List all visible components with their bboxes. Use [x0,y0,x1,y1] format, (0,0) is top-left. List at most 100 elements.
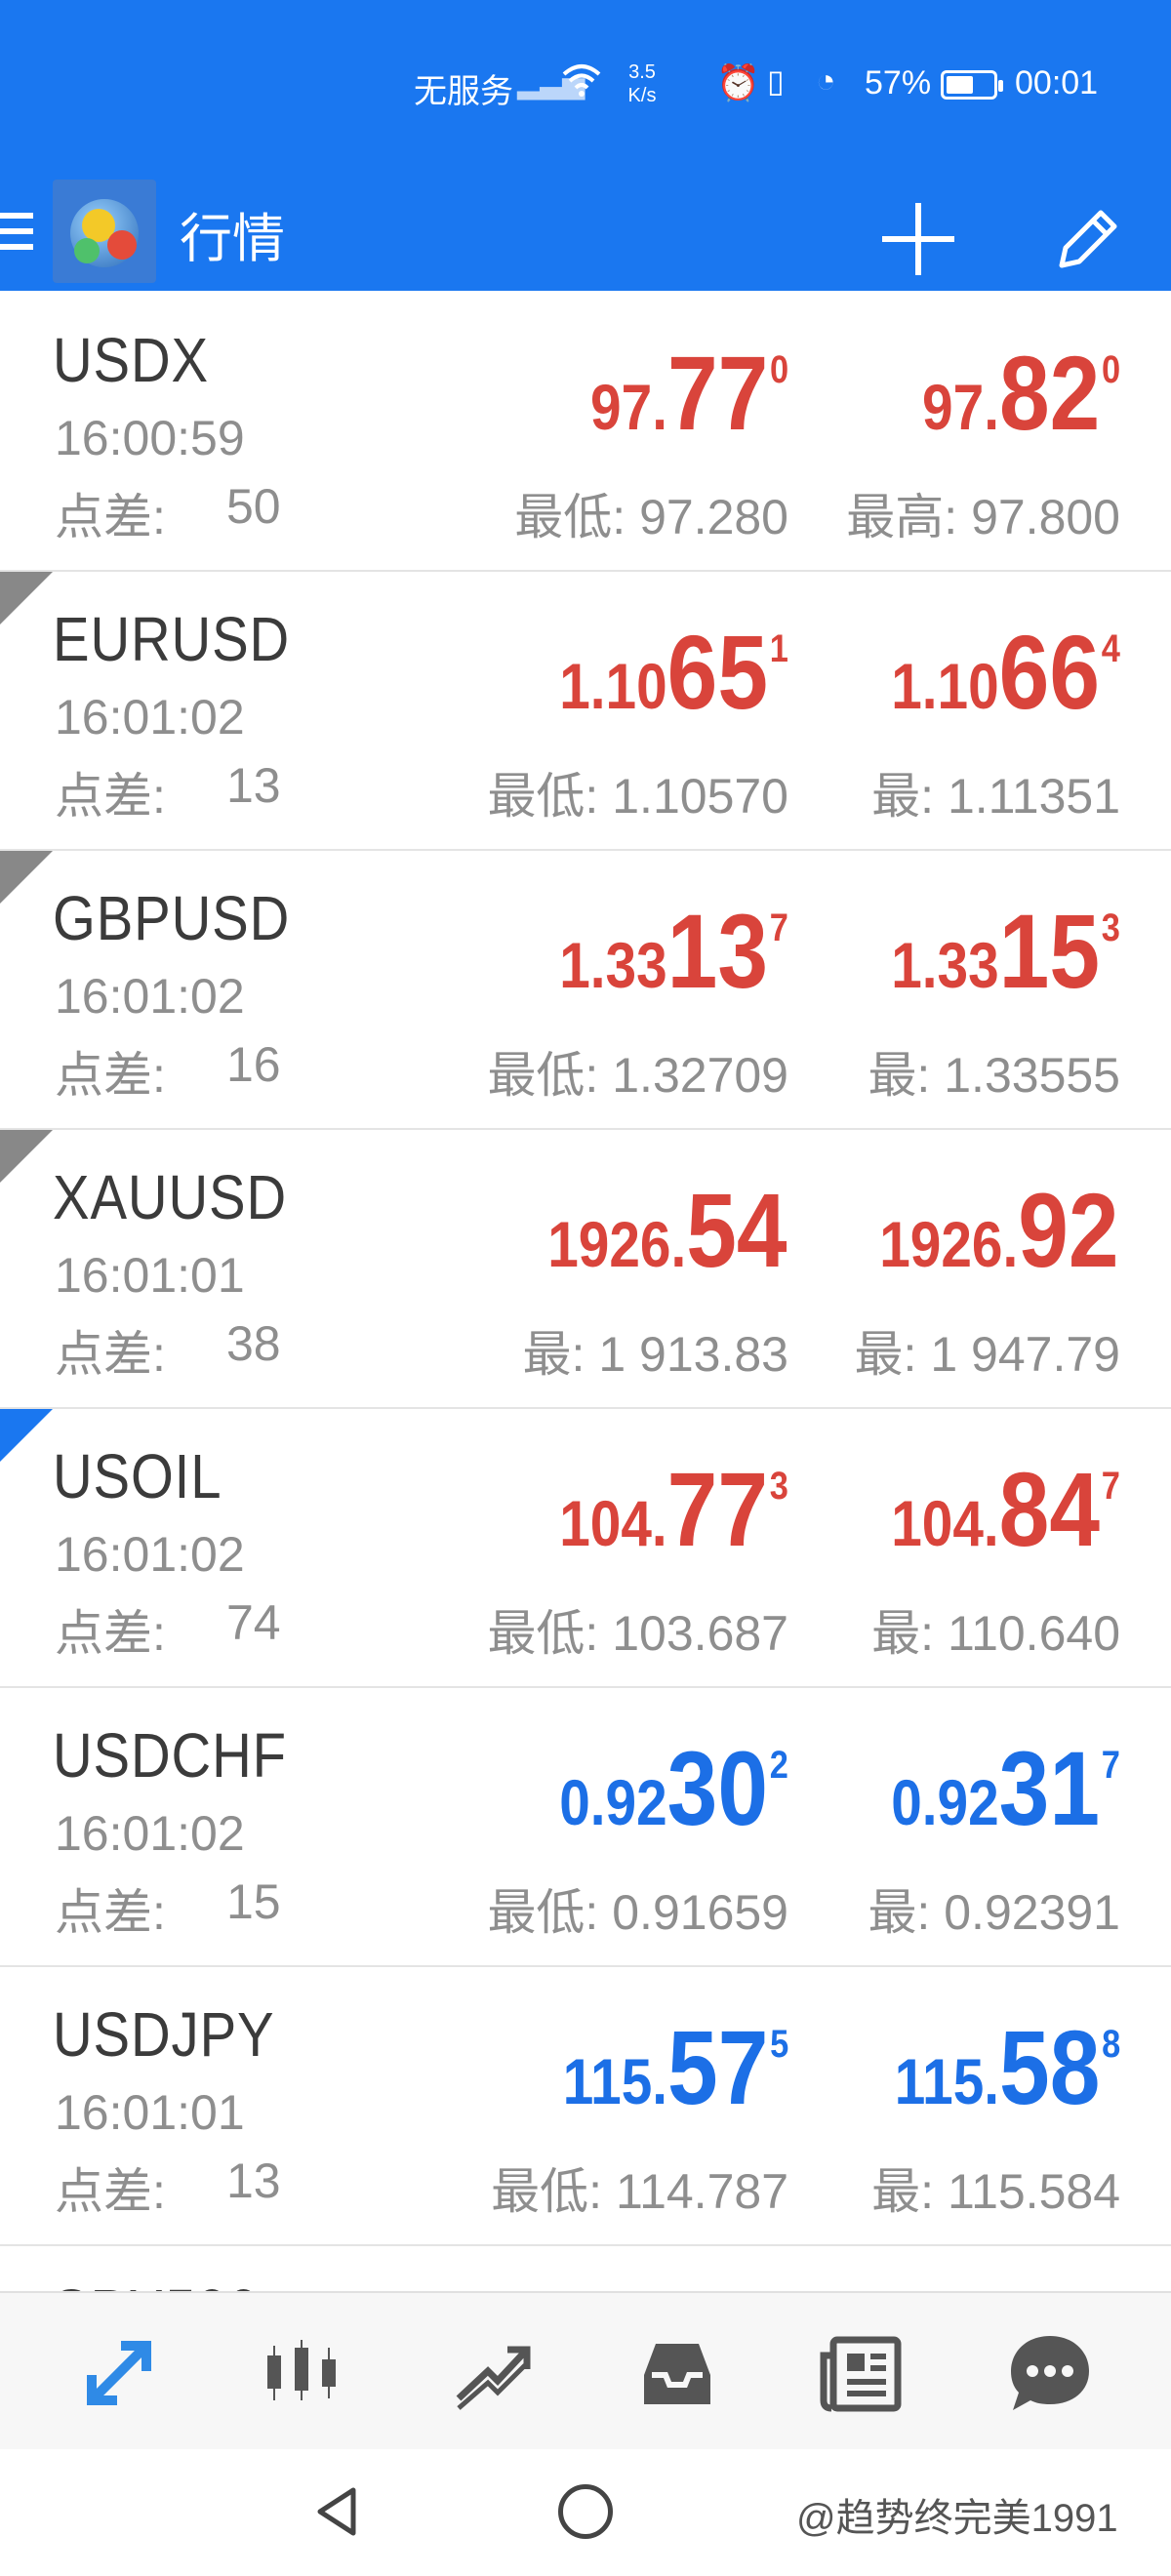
spread-label: 点差: [55,1885,166,1940]
symbol-name: EURUSD [53,604,291,674]
low-value: 最: 1 913.83 [522,1327,788,1382]
price-pips: 65 [666,613,769,731]
symbol-name: USDJPY [53,1999,275,2070]
quote-row[interactable]: XAUUSD 16:01:01 点差: 38 1926.54 1926.92 最: 1 91… [0,1130,1171,1409]
quote-row[interactable]: USDJPY 16:01:01 点差: 13 115.575 115.588 最低: 114… [0,1967,1171,2246]
low-value: 最低: 0.91659 [487,1885,788,1940]
quote-time: 16:01:02 [55,690,245,745]
page-title: 行情 [180,210,285,268]
bid-price: 115.575 [562,2006,788,2128]
quote-time: 16:01:01 [55,1248,245,1303]
price-fraction: 0 [1101,348,1120,391]
quote-row[interactable]: USDX 16:00:59 点差: 50 97.770 97.820 最低: 97.280 最… [0,293,1171,572]
vibrate-icon: ▯ [767,63,785,99]
spread-value: 15 [226,1874,281,1929]
bid-price: 1.10651 [559,611,788,733]
quote-time: 16:01:02 [55,1806,245,1861]
price-pips: 82 [998,334,1101,452]
high-value: 最: 0.92391 [868,1885,1120,1940]
corner-marker [0,851,53,904]
price-pips: 30 [666,1729,769,1847]
bid-price: 1926.54 [547,1169,788,1291]
quotes-icon[interactable] [72,2326,166,2420]
corner-marker [0,1409,53,1462]
bid-price: 97.770 [590,332,788,454]
price-prefix: 97. [921,371,999,443]
price-prefix: 115. [562,2045,667,2117]
price-pips: 54 [685,1171,787,1289]
price-fraction: 0 [769,348,788,391]
price-pips: 31 [998,1729,1101,1847]
corner-marker [0,572,53,624]
quote-row[interactable]: EURUSD 16:01:02 点差: 13 1.10651 1.10664 最低: 1.1… [0,572,1171,851]
back-icon[interactable] [310,2484,365,2539]
app-bar: 行情 [0,174,1171,291]
price-prefix: 0.92 [891,1766,999,1838]
wifi-icon [562,62,601,106]
ask-price: 104.847 [891,1448,1120,1570]
low-value: 最低: 97.280 [514,490,788,544]
low-value: 最低: 1.10570 [487,769,788,824]
quote-row[interactable]: USOIL 16:01:02 点差: 74 104.773 104.847 最低: 103.… [0,1409,1171,1688]
bottom-nav [0,2291,1171,2449]
quote-time: 16:01:02 [55,1527,245,1582]
quote-list[interactable]: USDX 16:00:59 点差: 50 97.770 97.820 最低: 97.280 最… [0,293,1171,2314]
net-speed: 3.5 K/s [627,61,657,106]
home-icon[interactable] [558,2484,613,2539]
speedometer-icon: ◔ [816,62,836,100]
symbol-name: XAUUSD [53,1162,287,1232]
watermark: @趋势终完美1991 [796,2497,1118,2540]
price-prefix: 104. [559,1487,667,1559]
high-value: 最: 110.640 [871,1606,1120,1661]
price-prefix: 115. [894,2045,999,2117]
trade-icon[interactable] [445,2326,539,2420]
price-pips: 13 [666,892,769,1010]
price-fraction: 3 [769,1465,788,1508]
bid-price: 0.92302 [559,1727,788,1849]
quote-row[interactable]: GBPUSD 16:01:02 点差: 16 1.33137 1.33153 最低: 1.3… [0,851,1171,1130]
alarm-icon: ⏰ [716,62,760,102]
quote-row[interactable]: USDCHF 16:01:02 点差: 15 0.92302 0.92317 最低: 0.9… [0,1688,1171,1967]
chart-icon[interactable] [258,2326,351,2420]
system-nav-bar: @趋势终完美1991 [0,2449,1171,2576]
price-pips: 92 [1017,1171,1119,1289]
price-pips: 77 [666,334,769,452]
high-value: 最: 1.11351 [871,769,1120,824]
history-icon[interactable] [630,2326,724,2420]
news-icon[interactable] [816,2326,909,2420]
high-value: 最: 1 947.79 [854,1327,1120,1382]
bid-price: 1.33137 [559,890,788,1012]
spread-value: 74 [226,1595,281,1650]
corner-marker [0,1130,53,1183]
price-fraction: 5 [769,2023,788,2066]
price-pips: 15 [998,892,1101,1010]
quote-time: 16:00:59 [55,411,245,465]
price-prefix: 1926. [546,1208,686,1280]
ask-price: 1.33153 [891,890,1120,1012]
chat-icon[interactable] [1003,2326,1097,2420]
price-fraction: 7 [1101,1744,1120,1787]
spread-value: 16 [226,1037,281,1092]
spread-label: 点差: [55,1048,166,1103]
clock: 00:01 [1015,64,1099,101]
price-prefix: 0.92 [559,1766,667,1838]
symbol-name: USOIL [53,1441,222,1511]
price-pips: 57 [666,2008,769,2126]
carrier-text: 无服务 [414,73,513,110]
price-prefix: 1.33 [891,929,999,1001]
ask-price: 0.92317 [891,1727,1120,1849]
spread-value: 50 [226,479,281,534]
symbol-name: USDCHF [53,1720,287,1791]
price-fraction: 8 [1101,2023,1120,2066]
edit-icon[interactable] [1052,203,1124,275]
price-pips: 66 [998,613,1101,731]
spread-label: 点差: [55,1327,166,1382]
battery-percent: 57% [865,64,932,101]
quote-time: 16:01:01 [55,2085,245,2140]
add-icon[interactable] [882,203,954,275]
low-value: 最低: 114.787 [491,2164,788,2219]
menu-icon[interactable] [0,209,33,256]
bid-price: 104.773 [559,1448,788,1570]
ask-price: 97.820 [922,332,1120,454]
symbol-name: GBPUSD [53,883,291,953]
